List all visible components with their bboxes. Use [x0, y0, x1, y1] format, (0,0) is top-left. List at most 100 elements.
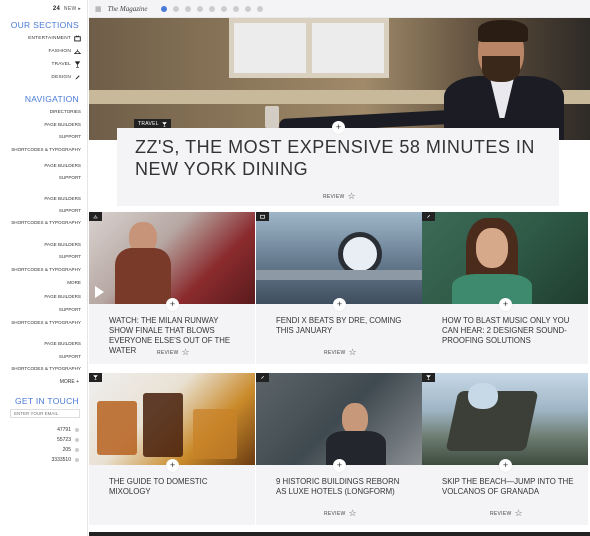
sections-title: OUR SECTIONS [10, 20, 79, 30]
nav-item[interactable]: SUPPORT [59, 354, 81, 359]
star-icon: ☆ [347, 191, 356, 201]
drink-icon [161, 121, 167, 127]
comment-icon[interactable] [173, 5, 180, 12]
nav-item[interactable]: SHORTCODES & TYPOGRAPHY [11, 267, 81, 272]
facebook-counter[interactable]: 55723 [57, 437, 79, 443]
drink-icon [93, 375, 98, 380]
review-label: REVIEW [490, 510, 512, 517]
counter-value: 47791 [57, 427, 71, 433]
navigation-title: NAVIGATION [24, 94, 79, 104]
review-link[interactable]: REVIEW ☆ [323, 192, 356, 201]
google-plus-icon [75, 448, 79, 452]
nav-item[interactable]: DIRECTORIES [50, 109, 81, 114]
email-field[interactable] [10, 409, 80, 418]
google-plus-counter[interactable]: 205 [63, 447, 79, 453]
nav-item[interactable]: PAGE BUILDERS [44, 196, 81, 201]
arrow-right-icon: ▸ [78, 6, 81, 12]
review-link[interactable]: REVIEW ☆ [324, 509, 357, 518]
plus-icon[interactable]: + [499, 298, 512, 311]
nav-item[interactable]: PAGE BUILDERS [44, 242, 81, 247]
category-badge[interactable] [89, 373, 102, 382]
article-title[interactable]: HOW TO BLAST MUSIC ONLY YOU CAN HEAR: 2 … [442, 316, 576, 346]
star-icon: ☆ [348, 347, 357, 357]
top-bar: ▦ The Magazine [89, 0, 590, 18]
sidebar-item-design[interactable]: DESIGN [51, 74, 81, 81]
rss-counter[interactable]: 3333510 [52, 457, 79, 463]
nav-item[interactable]: PAGE BUILDERS [44, 163, 81, 168]
sidebar-item-entertainment[interactable]: ENTERTAINMENT [28, 35, 81, 42]
nav-item[interactable]: PAGE BUILDERS [44, 122, 81, 127]
grid-icon[interactable]: ▦ [95, 5, 102, 13]
drink-icon [426, 375, 431, 380]
shuffle-icon[interactable] [233, 5, 240, 12]
drink-icon[interactable] [245, 5, 252, 12]
plus-icon[interactable]: + [333, 459, 346, 472]
article-image[interactable] [256, 373, 422, 465]
twitter-counter[interactable]: 47791 [57, 427, 79, 433]
news-count-label: NEW [63, 6, 77, 12]
get-in-touch-title: GET IN TOUCH [14, 396, 79, 406]
chart-icon[interactable] [209, 5, 216, 12]
section-color-strip [87, 33, 88, 83]
article-image[interactable] [89, 373, 255, 465]
sidebar-item-fashion[interactable]: FASHION [49, 48, 81, 55]
clock-icon[interactable] [161, 5, 168, 12]
star-icon: ☆ [514, 508, 523, 518]
eye-icon[interactable] [185, 5, 192, 12]
review-link[interactable]: REVIEW ☆ [324, 348, 357, 357]
pencil-icon [75, 75, 80, 80]
plus-icon[interactable]: + [166, 298, 179, 311]
nav-item[interactable]: PAGE BUILDERS [44, 294, 81, 299]
nav-item[interactable]: SHORTCODES & TYPOGRAPHY [11, 320, 81, 325]
counter-value: 205 [62, 447, 71, 453]
nav-item[interactable]: SUPPORT [59, 208, 81, 213]
review-label: REVIEW [324, 510, 346, 517]
user-icon[interactable] [221, 5, 228, 12]
plus-icon[interactable]: + [499, 459, 512, 472]
site-logo[interactable]: The Magazine [108, 5, 148, 13]
nav-item[interactable]: SHORTCODES & TYPOGRAPHY [11, 366, 81, 371]
nav-item[interactable]: MORE [67, 280, 81, 285]
news-count[interactable]: 24 NEW ▸ [53, 6, 81, 12]
article-image[interactable] [89, 212, 255, 304]
category-badge[interactable] [422, 373, 435, 382]
article-title[interactable]: FENDI X BEATS BY DRE, COMING THIS JANUAR… [276, 316, 410, 336]
plus-icon[interactable]: + [333, 298, 346, 311]
sidebar-item-label: DESIGN [51, 75, 71, 80]
review-link[interactable]: REVIEW ☆ [157, 348, 190, 357]
hanger-icon [74, 49, 81, 54]
article-image[interactable] [256, 212, 422, 304]
article-title[interactable]: 9 HISTORIC BUILDINGS REBORN AS LUXE HOTE… [276, 477, 410, 497]
plus-icon[interactable]: + [332, 121, 345, 134]
rss-icon [75, 458, 79, 462]
article-title[interactable]: THE GUIDE TO DOMESTIC MIXOLOGY [109, 477, 243, 497]
article-title[interactable]: SKIP THE BEACH—JUMP INTO THE VOLCANOS OF… [442, 477, 576, 497]
star-icon: ☆ [348, 508, 357, 518]
category-badge[interactable] [256, 212, 269, 221]
more-link[interactable]: MORE + [60, 379, 79, 385]
category-badge[interactable] [256, 373, 269, 382]
wifi-icon[interactable] [197, 5, 204, 12]
category-badge[interactable] [89, 212, 102, 221]
category-badge[interactable] [422, 212, 435, 221]
play-icon[interactable] [95, 286, 104, 298]
nav-item[interactable]: SUPPORT [59, 175, 81, 180]
nav-item[interactable]: SUPPORT [59, 307, 81, 312]
badge-label: TRAVEL [138, 121, 159, 127]
nav-item[interactable]: SHORTCODES & TYPOGRAPHY [11, 147, 81, 152]
nav-item[interactable]: SHORTCODES & TYPOGRAPHY [11, 220, 81, 225]
drink-icon [74, 61, 81, 68]
hero-glass [265, 106, 279, 128]
nav-item[interactable]: PAGE BUILDERS [44, 341, 81, 346]
list-icon[interactable] [257, 5, 264, 12]
article-image[interactable] [422, 212, 588, 304]
next-row-strip [89, 532, 590, 536]
facebook-icon [75, 438, 79, 442]
sidebar-item-travel[interactable]: TRAVEL [51, 61, 81, 68]
article-image[interactable] [422, 373, 588, 465]
nav-item[interactable]: SUPPORT [59, 134, 81, 139]
review-link[interactable]: REVIEW ☆ [490, 509, 523, 518]
hero-title[interactable]: ZZ'S, THE MOST EXPENSIVE 58 MINUTES IN N… [135, 136, 535, 180]
plus-icon[interactable]: + [166, 459, 179, 472]
nav-item[interactable]: SUPPORT [59, 254, 81, 259]
